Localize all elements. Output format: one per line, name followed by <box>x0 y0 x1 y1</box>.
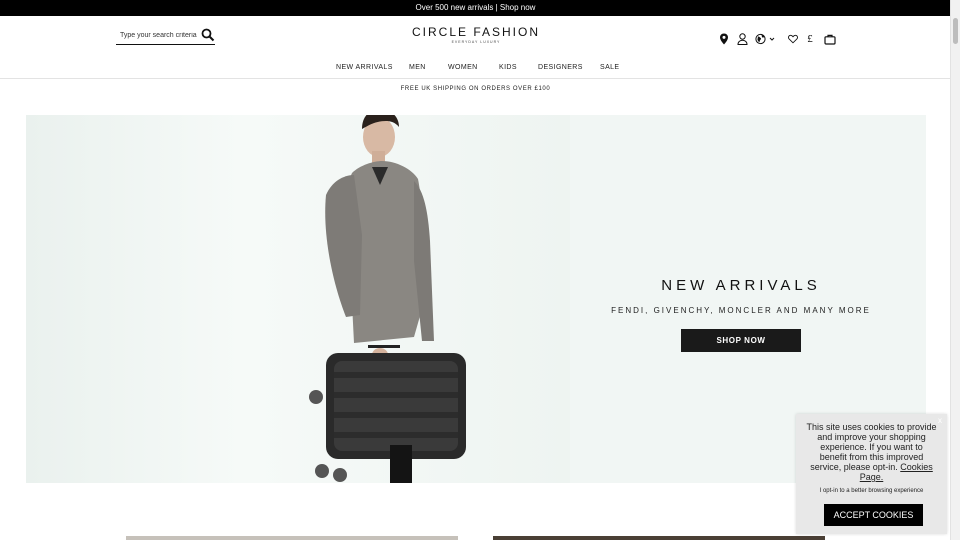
nav-item-men[interactable]: MEN <box>409 64 426 71</box>
nav-item-designers[interactable]: DESIGNERS <box>538 64 583 71</box>
cookie-message: This site uses cookies to provide and im… <box>806 422 937 482</box>
account-icon[interactable] <box>736 32 748 46</box>
search-input[interactable] <box>120 29 198 42</box>
cookie-banner: x This site uses cookies to provide and … <box>796 414 947 534</box>
search-box[interactable] <box>116 27 215 45</box>
hero-caption: NEW ARRIVALS FENDI, GIVENCHY, MONCLER AN… <box>586 277 896 352</box>
hero-banner[interactable]: NEW ARRIVALS FENDI, GIVENCHY, MONCLER AN… <box>26 115 926 483</box>
search-icon[interactable] <box>201 28 215 42</box>
hero-title: NEW ARRIVALS <box>661 277 821 294</box>
hero-subtitle: FENDI, GIVENCHY, MONCLER AND MANY MORE <box>611 306 871 315</box>
shipping-banner: FREE UK SHIPPING ON ORDERS OVER £100 <box>400 86 551 92</box>
category-tile-left[interactable] <box>126 536 458 540</box>
promo-bar-text[interactable]: Over 500 new arrivals | Shop now <box>416 3 536 12</box>
nav-item-kids[interactable]: KIDS <box>499 64 517 71</box>
cookie-opt-in-text: I opt-in to a better browsing experience <box>819 488 924 494</box>
site-logo[interactable]: CIRCLE FASHION EVERYDAY LUXURY <box>400 25 552 45</box>
promo-bar[interactable]: Over 500 new arrivals | Shop now <box>0 0 951 16</box>
hero-image[interactable] <box>26 115 570 483</box>
location-icon[interactable] <box>718 32 730 46</box>
currency-icon[interactable]: £ <box>804 32 816 46</box>
bag-icon[interactable] <box>824 32 836 46</box>
category-tile-right[interactable] <box>493 536 825 540</box>
scrollbar-thumb[interactable] <box>953 18 958 44</box>
close-icon[interactable]: x <box>938 416 942 425</box>
globe-icon[interactable] <box>755 32 777 46</box>
shop-now-button[interactable]: SHOP NOW <box>681 329 801 352</box>
accept-cookies-button[interactable]: ACCEPT COOKIES <box>824 504 923 526</box>
main-nav: NEW ARRIVALS MEN WOMEN KIDS DESIGNERS SA… <box>0 60 951 79</box>
wishlist-heart-icon[interactable] <box>787 32 799 46</box>
logo-tagline: EVERYDAY LUXURY <box>451 40 501 44</box>
logo-name: CIRCLE FASHION <box>411 25 541 39</box>
scrollbar[interactable] <box>950 0 960 540</box>
nav-item-women[interactable]: WOMEN <box>448 64 478 71</box>
nav-item-sale[interactable]: SALE <box>600 64 620 71</box>
nav-item-new-arrivals[interactable]: NEW ARRIVALS <box>336 64 393 71</box>
